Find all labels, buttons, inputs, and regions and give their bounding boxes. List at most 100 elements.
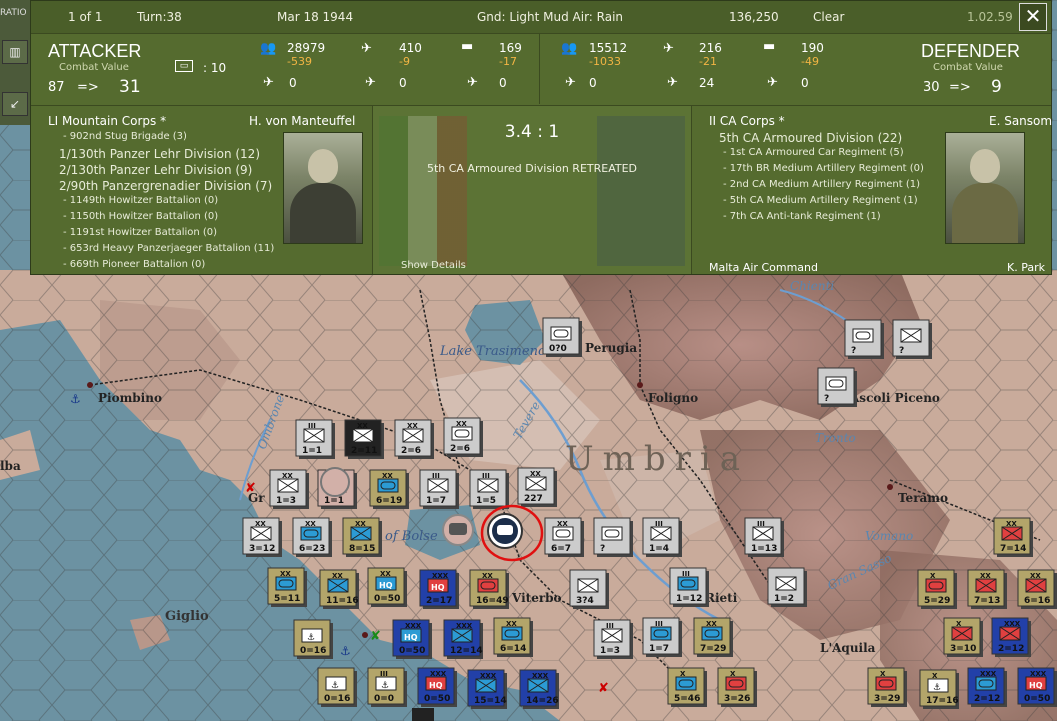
unit-counter[interactable]: XXX 2=12 (991, 617, 1031, 657)
attacker-unit-item[interactable]: 2/130th Panzer Lehr Division (9) (59, 163, 252, 177)
unit-strength-label: 0=0 (374, 694, 394, 704)
unit-counter[interactable]: III 1=7 (642, 617, 682, 657)
unit-counter[interactable]: III 1=13 (744, 517, 784, 557)
unit-counter[interactable]: ? (844, 319, 884, 359)
attacker-unit-item[interactable]: 1/130th Panzer Lehr Division (12) (59, 147, 260, 161)
unit-counter[interactable]: XX 3=12 (242, 517, 282, 557)
unit-counter[interactable]: XX 8=15 (342, 517, 382, 557)
fighter-icon: ✈ (565, 75, 576, 90)
defender-commander: E. Sansom (989, 114, 1053, 128)
unit-size-label: X (680, 670, 686, 678)
unit-counter[interactable]: ⚓ III 0=0 (367, 667, 407, 707)
unit-size-label: XX (332, 572, 343, 580)
unit-counter[interactable]: 0?0 (542, 317, 582, 357)
unit-size-label: X (930, 572, 936, 580)
unit-size-label: XX (506, 620, 517, 628)
unit-counter[interactable]: III 1=4 (642, 517, 682, 557)
defender-cv-before: 30 (923, 80, 940, 95)
unit-counter[interactable]: XX 2=6 (443, 417, 483, 457)
unit-counter[interactable]: III 1=7 (419, 469, 459, 509)
defender-unit-item[interactable]: - 17th BR Medium Artillery Regiment (0) (723, 163, 924, 174)
defender-unit-item[interactable]: 5th CA Armoured Division (22) (719, 131, 902, 145)
hq-fragment[interactable] (412, 708, 434, 721)
unit-counter[interactable]: XXX 15=14 (467, 669, 507, 709)
unit-strength-label: ? (851, 346, 856, 356)
attacker-unit-item[interactable]: - 669th Pioneer Battalion (0) (63, 259, 205, 270)
unit-counter[interactable]: III 1=12 (669, 567, 709, 607)
unit-counter[interactable]: XX 6=16 (1017, 569, 1057, 609)
aircraft-icon: ✈ (663, 41, 674, 56)
left-tab-label[interactable]: RATIO (0, 8, 27, 18)
unit-counter[interactable]: ? (817, 367, 857, 407)
unit-counter[interactable]: XX 5=11 (267, 567, 307, 607)
unit-counter[interactable]: XXX 14=26 (519, 669, 559, 709)
unit-size-label: XX (407, 422, 418, 430)
attacker-unit-item[interactable]: - 902nd Stug Brigade (3) (63, 131, 187, 142)
unit-counter[interactable]: X 3=26 (717, 667, 757, 707)
unit-counter[interactable]: ? (892, 319, 932, 359)
unit-strength-label: 14=26 (526, 696, 559, 706)
unit-strength-label: 1=7 (649, 644, 669, 654)
unit-counter[interactable]: XX 227 (517, 467, 557, 507)
unit-counter[interactable]: III 1=5 (469, 469, 509, 509)
unit-size-label: XX (382, 472, 393, 480)
defender-unit-item[interactable]: - 2nd CA Medium Artillery Regiment (1) (723, 179, 920, 190)
unit-counter[interactable]: XX 6=19 (369, 469, 409, 509)
defender-unit-item[interactable]: - 7th CA Anti-tank Regiment (1) (723, 211, 881, 222)
unit-counter[interactable]: XX 16=49 (469, 569, 509, 609)
unit-counter[interactable]: ⚓ 0=16 (317, 667, 357, 707)
unit-counter[interactable]: XX 7=13 (967, 569, 1007, 609)
unit-counter[interactable]: XX 6=14 (493, 617, 533, 657)
unit-counter[interactable]: HQ XXX 2=17 (419, 569, 459, 609)
defender-tanks-loss: -49 (801, 55, 819, 68)
unit-counter[interactable]: ? (593, 517, 633, 557)
unit-size-label: XXX (532, 672, 549, 680)
attacker-unit-item[interactable]: - 653rd Heavy Panzerjaeger Battalion (11… (63, 243, 274, 254)
defender-unit-list[interactable]: II CA Corps * E. Sansom 5th CA Armoured … (691, 106, 1053, 274)
unit-strength-label: 3=12 (249, 544, 275, 554)
attacker-unit-item[interactable]: 2/90th Panzergrenadier Division (7) (59, 179, 272, 193)
unit-counter[interactable]: XX 1=3 (269, 469, 309, 509)
unit-counter[interactable]: III 1=1 (295, 419, 335, 459)
unit-counter[interactable]: X 5=29 (917, 569, 957, 609)
toolbar-button[interactable]: ▥ (2, 40, 28, 64)
defender-unit-item[interactable]: - 1st CA Armoured Car Regiment (5) (723, 147, 904, 158)
unit-counter[interactable]: XX 6=7 (544, 517, 584, 557)
defender-unit-item[interactable]: - 5th CA Medium Artillery Regiment (1) (723, 195, 918, 206)
unit-counter[interactable]: HQ XXX 0=50 (392, 619, 432, 659)
unit-counter[interactable]: X 3=10 (943, 617, 983, 657)
unit-counter[interactable]: HQ XXX 0=50 (417, 667, 457, 707)
attacker-unit-item[interactable]: - 1191st Howitzer Battalion (0) (63, 227, 217, 238)
unit-counter[interactable]: ⚓ X 17=16 (919, 669, 959, 709)
unit-counter[interactable]: 3?4 (569, 569, 609, 609)
show-details-link[interactable]: Show Details (401, 260, 466, 271)
unit-counter[interactable]: XX 2=6 (394, 419, 434, 459)
attacker-unit-item[interactable]: - 1150th Howitzer Battalion (0) (63, 211, 218, 222)
unit-counter[interactable]: III 1=3 (593, 619, 633, 659)
unit-strength-label: 17=16 (926, 696, 959, 706)
unit-counter[interactable]: XX 6=23 (292, 517, 332, 557)
attacker-support-marker[interactable] (320, 467, 350, 497)
attacker-unit-item[interactable]: - 1149th Howitzer Battalion (0) (63, 195, 218, 206)
unit-counter[interactable]: HQ XXX 0=50 (1017, 667, 1057, 707)
close-button[interactable]: ✕ (1019, 3, 1047, 31)
attacker-title: ATTACKER (48, 41, 142, 61)
unit-size-label: XXX (1004, 620, 1021, 628)
unit-counter[interactable]: 1=2 (767, 567, 807, 607)
unit-counter[interactable]: X 3=29 (867, 667, 907, 707)
unit-counter[interactable]: XX 11=16 (319, 569, 359, 609)
unit-counter[interactable]: XX 2=11 (344, 419, 384, 459)
unit-counter[interactable]: XXX 2=12 (967, 667, 1007, 707)
toolbar-button[interactable]: ↙ (2, 92, 28, 116)
unit-counter[interactable]: X 5=46 (667, 667, 707, 707)
unit-counter[interactable]: XX 7=29 (693, 617, 733, 657)
region-umbria: Umbria (565, 439, 749, 479)
attacker-unit-list[interactable]: LI Mountain Corps * H. von Manteuffel - … (31, 106, 371, 274)
unit-counter[interactable]: HQ XX 0=50 (367, 567, 407, 607)
unit-counter[interactable]: XX 7=14 (993, 517, 1033, 557)
river-chienti: Chienti (790, 279, 834, 293)
unit-size-label: X (880, 670, 886, 678)
unit-counter[interactable]: ⚓ 0=16 (293, 619, 333, 659)
unit-counter[interactable]: XXX 12=14 (443, 619, 483, 659)
defender-other-air: 0 (801, 76, 809, 90)
